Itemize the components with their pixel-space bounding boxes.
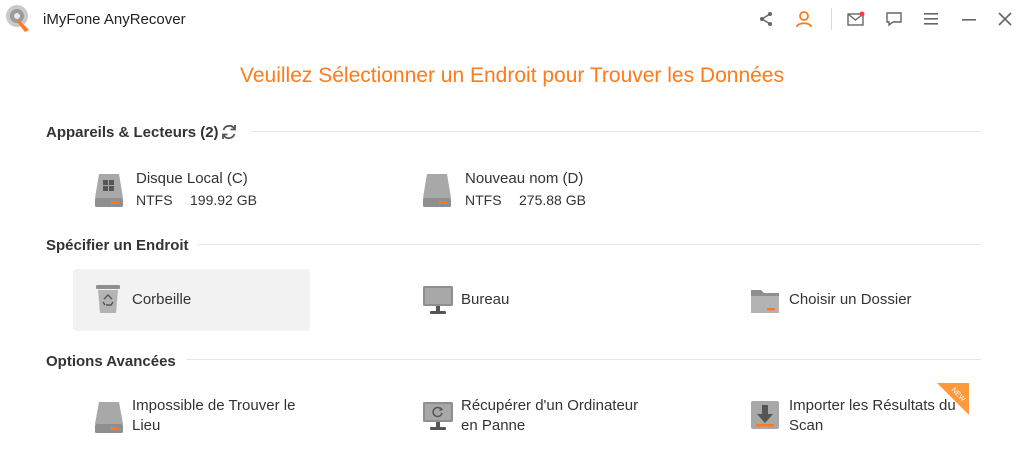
advanced-lost-location[interactable]: Impossible de Trouver le Lieu (90, 394, 320, 440)
location-label: Corbeille (132, 291, 192, 308)
refresh-icon[interactable] (220, 123, 240, 143)
menu-icon[interactable] (920, 8, 942, 30)
drive-item-c[interactable]: Disque Local (C) NTFS 199.92 GB (90, 168, 370, 216)
devices-section-title: Appareils & Lecteurs (2) (46, 124, 219, 141)
drive-item-d[interactable]: Nouveau nom (D) NTFS 275.88 GB (418, 168, 698, 216)
advanced-option-label: Récupérer d'un Ordinateur en Panne (461, 397, 639, 434)
advanced-section-title: Options Avancées (46, 353, 176, 370)
devices-section-divider (250, 131, 981, 132)
drive-name: Nouveau nom (D) (465, 170, 584, 187)
close-icon[interactable] (994, 8, 1016, 30)
titlebar-divider (831, 8, 832, 30)
app-logo-icon (5, 4, 33, 34)
feedback-icon[interactable] (883, 8, 905, 30)
new-badge: NEW (937, 383, 969, 415)
hard-drive-icon (94, 400, 124, 434)
advanced-option-label: Impossible de Trouver le Lieu (132, 397, 296, 434)
drive-name: Disque Local (C) (136, 170, 248, 187)
desktop-monitor-icon (422, 284, 454, 316)
drive-filesystem: NTFS (136, 192, 173, 208)
folder-icon (750, 285, 780, 315)
drive-size: 275.88 GB (519, 192, 586, 208)
app-title: iMyFone AnyRecover (43, 11, 186, 28)
mail-icon[interactable] (845, 8, 867, 30)
hard-drive-icon (422, 172, 452, 208)
drive-filesystem: NTFS (465, 192, 502, 208)
crashed-computer-icon (422, 400, 454, 432)
recycle-bin-icon (94, 283, 122, 315)
title-bar: iMyFone AnyRecover (0, 0, 1024, 38)
location-desktop[interactable]: Bureau (402, 269, 639, 331)
windows-drive-icon (94, 172, 124, 208)
locations-section-title: Spécifier un Endroit (46, 237, 189, 254)
location-label: Choisir un Dossier (789, 291, 912, 308)
advanced-crashed-computer[interactable]: Récupérer d'un Ordinateur en Panne (418, 394, 658, 440)
share-icon[interactable] (755, 8, 777, 30)
page-headline: Veuillez Sélectionner un Endroit pour Tr… (240, 64, 784, 87)
locations-section-divider (197, 244, 981, 245)
user-icon[interactable] (793, 8, 815, 30)
location-choose-folder[interactable]: Choisir un Dossier (730, 269, 980, 331)
drive-size: 199.92 GB (190, 192, 257, 208)
import-download-icon (750, 400, 780, 430)
location-label: Bureau (461, 291, 510, 308)
location-recycle-bin[interactable]: Corbeille (73, 269, 310, 331)
advanced-section-divider (186, 359, 981, 360)
minimize-icon[interactable] (958, 8, 980, 30)
